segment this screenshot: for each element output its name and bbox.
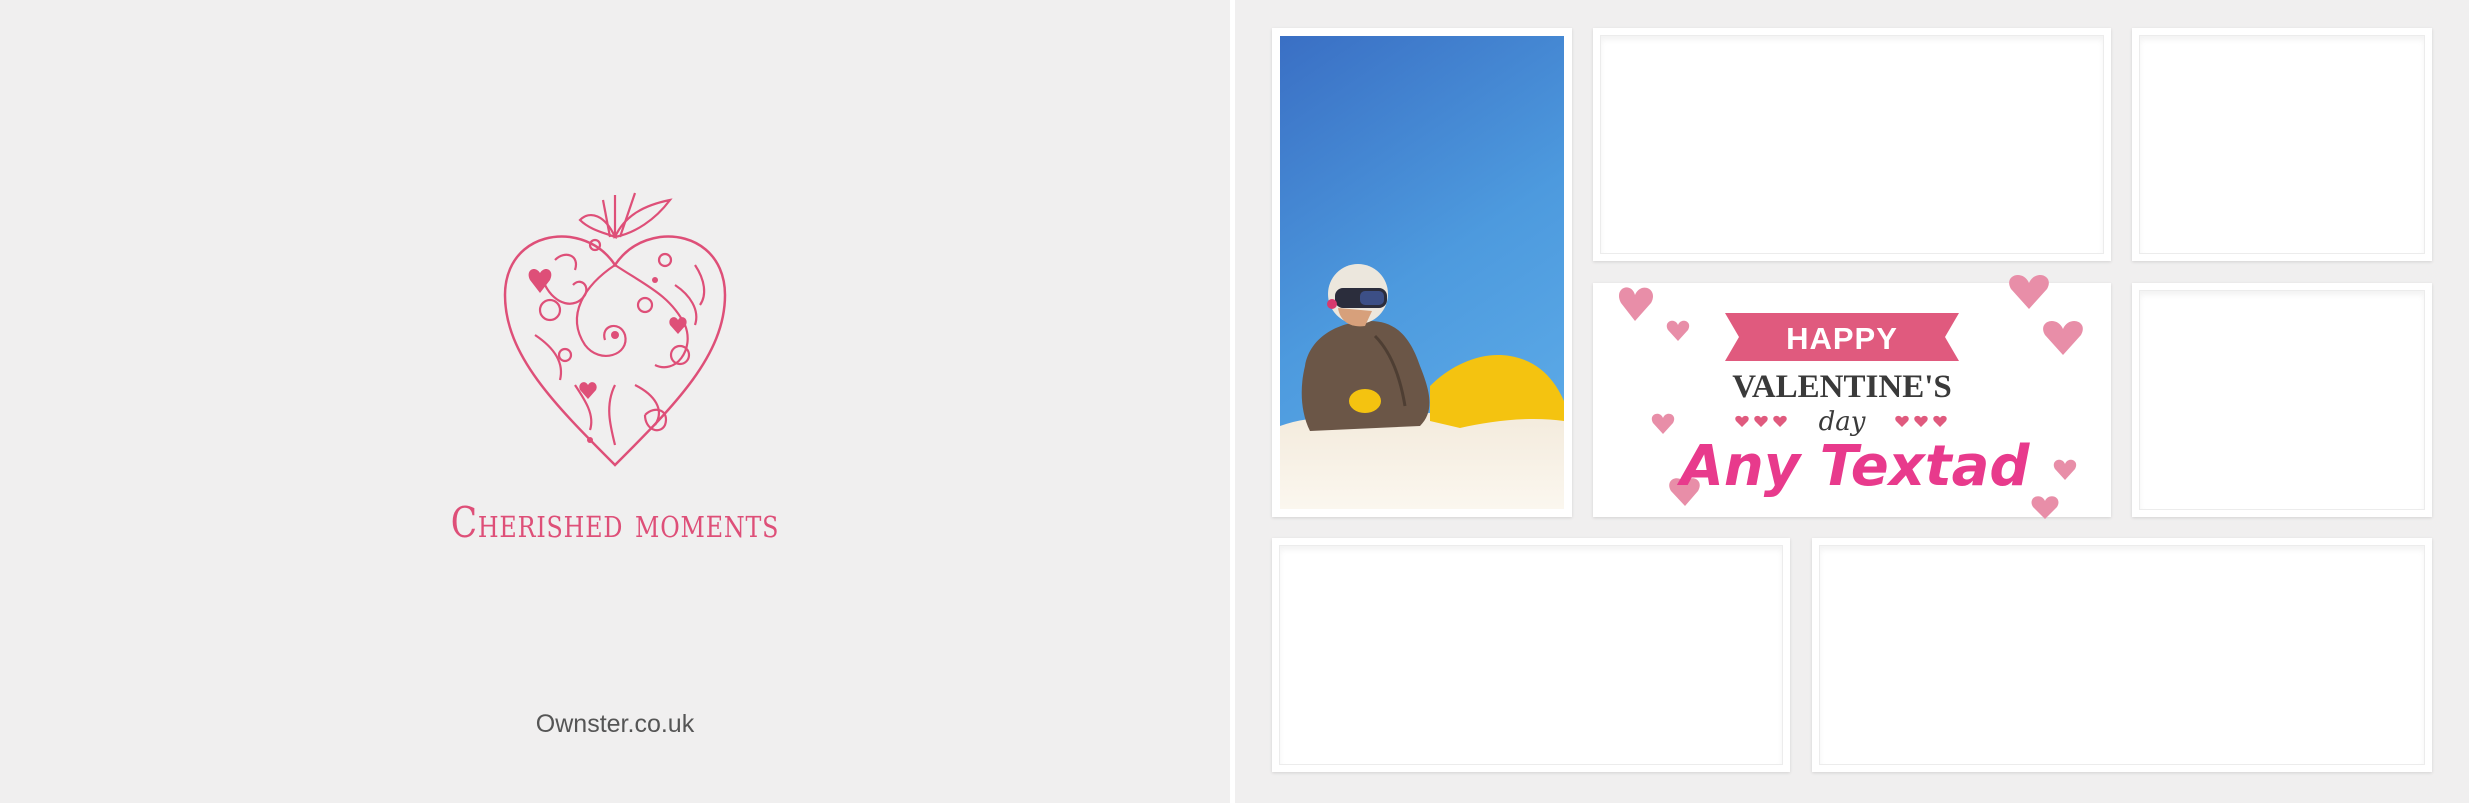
frame-placeholder	[1819, 545, 2425, 765]
heart-icon	[2009, 275, 2049, 309]
empty-photo-frame[interactable]	[1593, 28, 2111, 261]
empty-photo-frame[interactable]	[2132, 28, 2432, 261]
empty-photo-frame[interactable]	[1812, 538, 2432, 772]
empty-photo-frame[interactable]	[1272, 538, 1790, 772]
brand-text: Ownster.co.uk	[535, 710, 695, 738]
frame-placeholder	[1600, 35, 2104, 254]
cover-title[interactable]: Cherished moments	[422, 498, 807, 547]
left-page: Cherished moments Ownster.co.uk	[0, 0, 1230, 803]
heart-icon	[1651, 413, 1675, 434]
custom-text: Any Textad	[1677, 434, 2031, 499]
ornate-heart-icon	[503, 192, 727, 467]
valentine-card-frame[interactable]: HAPPY VALENTINE'S day Any Textad	[1593, 275, 2111, 519]
heart-icon	[2031, 496, 2059, 519]
heart-icon	[1618, 287, 1654, 321]
photo-frame[interactable]	[1272, 28, 1572, 517]
frame-placeholder	[1279, 545, 1783, 765]
heart-icon	[2043, 321, 2083, 355]
empty-photo-frame[interactable]	[2132, 283, 2432, 517]
frame-placeholder	[2139, 35, 2425, 254]
frame-placeholder	[2139, 290, 2425, 510]
heart-icon	[2053, 459, 2077, 480]
day-text: day	[1819, 407, 1866, 437]
snowboarder-photo	[1280, 36, 1564, 509]
heart-icon	[1666, 320, 1690, 341]
valentine-graphic: HAPPY VALENTINE'S day Any Textad	[1618, 275, 2083, 519]
banner-text: HAPPY	[1786, 321, 1898, 356]
valentines-text: VALENTINE'S	[1732, 369, 1951, 405]
right-page: HAPPY VALENTINE'S day Any Textad	[1235, 0, 2469, 803]
